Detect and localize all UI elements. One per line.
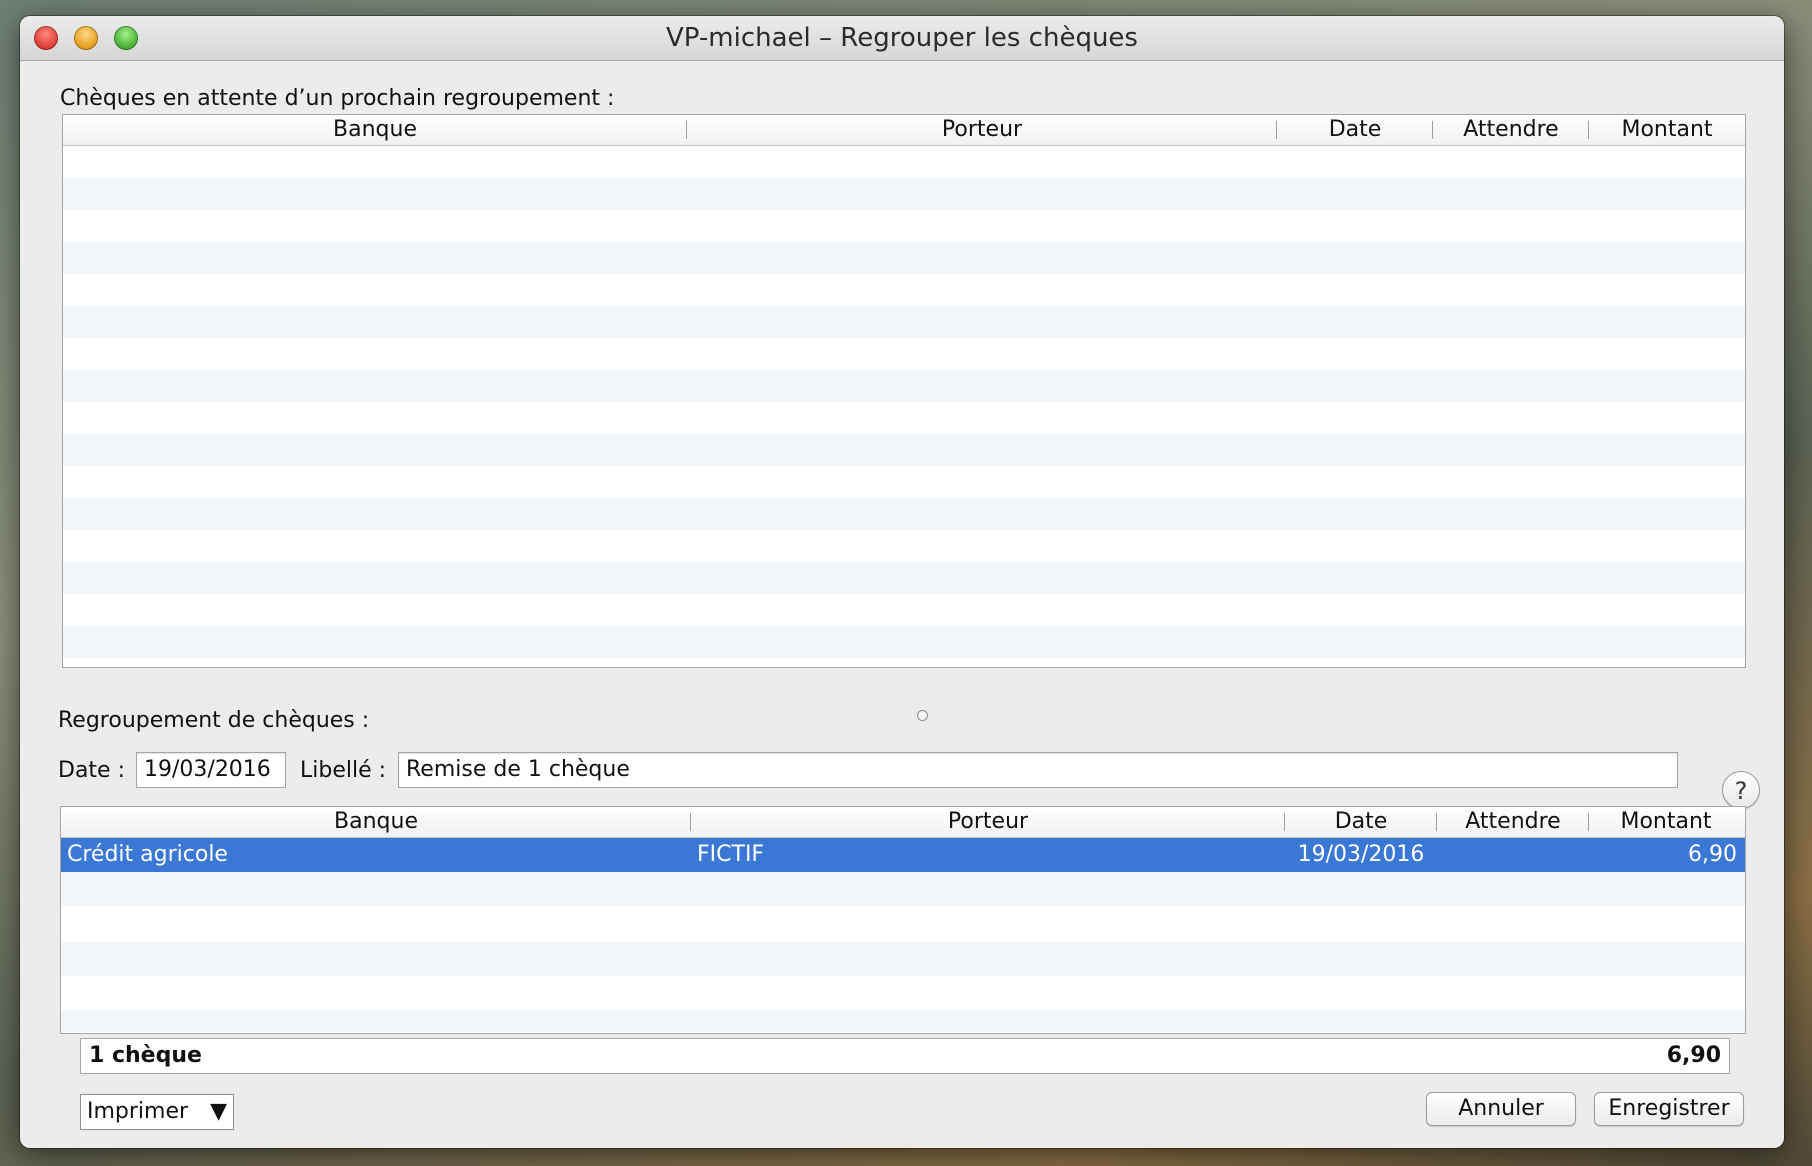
group-table-header: Banque Porteur Date Attendre Montant xyxy=(61,807,1745,838)
group-col-attendre[interactable]: Attendre xyxy=(1437,807,1589,837)
libelle-label: Libellé : xyxy=(300,758,387,783)
pending-col-date[interactable]: Date xyxy=(1277,115,1433,145)
cell-porteur: FICTIF xyxy=(697,842,765,867)
cell-date: 19/03/2016 xyxy=(1297,842,1425,867)
pending-col-montant[interactable]: Montant xyxy=(1589,115,1745,145)
split-view-handle[interactable] xyxy=(917,710,928,721)
pending-col-attendre[interactable]: Attendre xyxy=(1433,115,1589,145)
libelle-field[interactable]: Remise de 1 chèque xyxy=(398,752,1678,788)
table-row-stripe xyxy=(63,498,1745,530)
group-col-date[interactable]: Date xyxy=(1285,807,1437,837)
table-row-stripe xyxy=(61,1010,1745,1032)
table-row-stripe xyxy=(63,626,1745,658)
print-popup-button[interactable]: Imprimer ▼ xyxy=(80,1094,234,1130)
table-row-stripe xyxy=(63,434,1745,466)
dropdown-arrow-icon: ▼ xyxy=(210,1099,227,1124)
table-row-stripe xyxy=(63,242,1745,274)
pending-table-body[interactable] xyxy=(63,146,1745,667)
window-title: VP-michael – Regrouper les chèques xyxy=(666,23,1138,53)
minimize-window-button[interactable] xyxy=(74,26,98,50)
group-col-montant[interactable]: Montant xyxy=(1589,807,1743,837)
close-window-button[interactable] xyxy=(34,26,58,50)
table-row-stripe xyxy=(61,872,1745,906)
group-cheques-table[interactable]: Banque Porteur Date Attendre Montant Cré… xyxy=(60,806,1746,1034)
table-row-stripe xyxy=(63,306,1745,338)
table-row-stripe xyxy=(63,370,1745,402)
date-label: Date : xyxy=(58,758,125,783)
title-bar[interactable]: VP-michael – Regrouper les chèques xyxy=(20,16,1784,61)
group-col-porteur[interactable]: Porteur xyxy=(691,807,1285,837)
total-amount: 6,90 xyxy=(1666,1043,1721,1068)
table-row[interactable]: Crédit agricole FICTIF 19/03/2016 6,90 xyxy=(61,838,1745,872)
pending-section-label: Chèques en attente d’un prochain regroup… xyxy=(60,86,615,111)
pending-cheques-table[interactable]: Banque Porteur Date Attendre Montant xyxy=(62,114,1746,668)
group-table-body[interactable]: Crédit agricole FICTIF 19/03/2016 6,90 xyxy=(61,838,1745,1033)
table-row-stripe xyxy=(63,178,1745,210)
pending-col-porteur[interactable]: Porteur xyxy=(687,115,1277,145)
table-row-stripe xyxy=(61,942,1745,976)
dialog-window: VP-michael – Regrouper les chèques Chèqu… xyxy=(20,16,1784,1148)
group-col-banque[interactable]: Banque xyxy=(61,807,691,837)
cancel-button[interactable]: Annuler xyxy=(1426,1092,1576,1126)
cell-banque: Crédit agricole xyxy=(67,842,228,867)
print-label: Imprimer xyxy=(87,1099,189,1124)
date-field[interactable]: 19/03/2016 xyxy=(136,752,286,788)
save-button[interactable]: Enregistrer xyxy=(1594,1092,1744,1126)
group-section-label: Regroupement de chèques : xyxy=(58,708,370,733)
table-row-stripe xyxy=(63,562,1745,594)
pending-col-banque[interactable]: Banque xyxy=(63,115,687,145)
total-count: 1 chèque xyxy=(89,1043,202,1068)
cell-attendre xyxy=(1437,838,1589,872)
help-button[interactable]: ? xyxy=(1722,771,1760,809)
total-bar: 1 chèque 6,90 xyxy=(80,1038,1730,1074)
cell-montant: 6,90 xyxy=(1688,842,1737,867)
zoom-window-button[interactable] xyxy=(114,26,138,50)
pending-table-header: Banque Porteur Date Attendre Montant xyxy=(63,115,1745,146)
